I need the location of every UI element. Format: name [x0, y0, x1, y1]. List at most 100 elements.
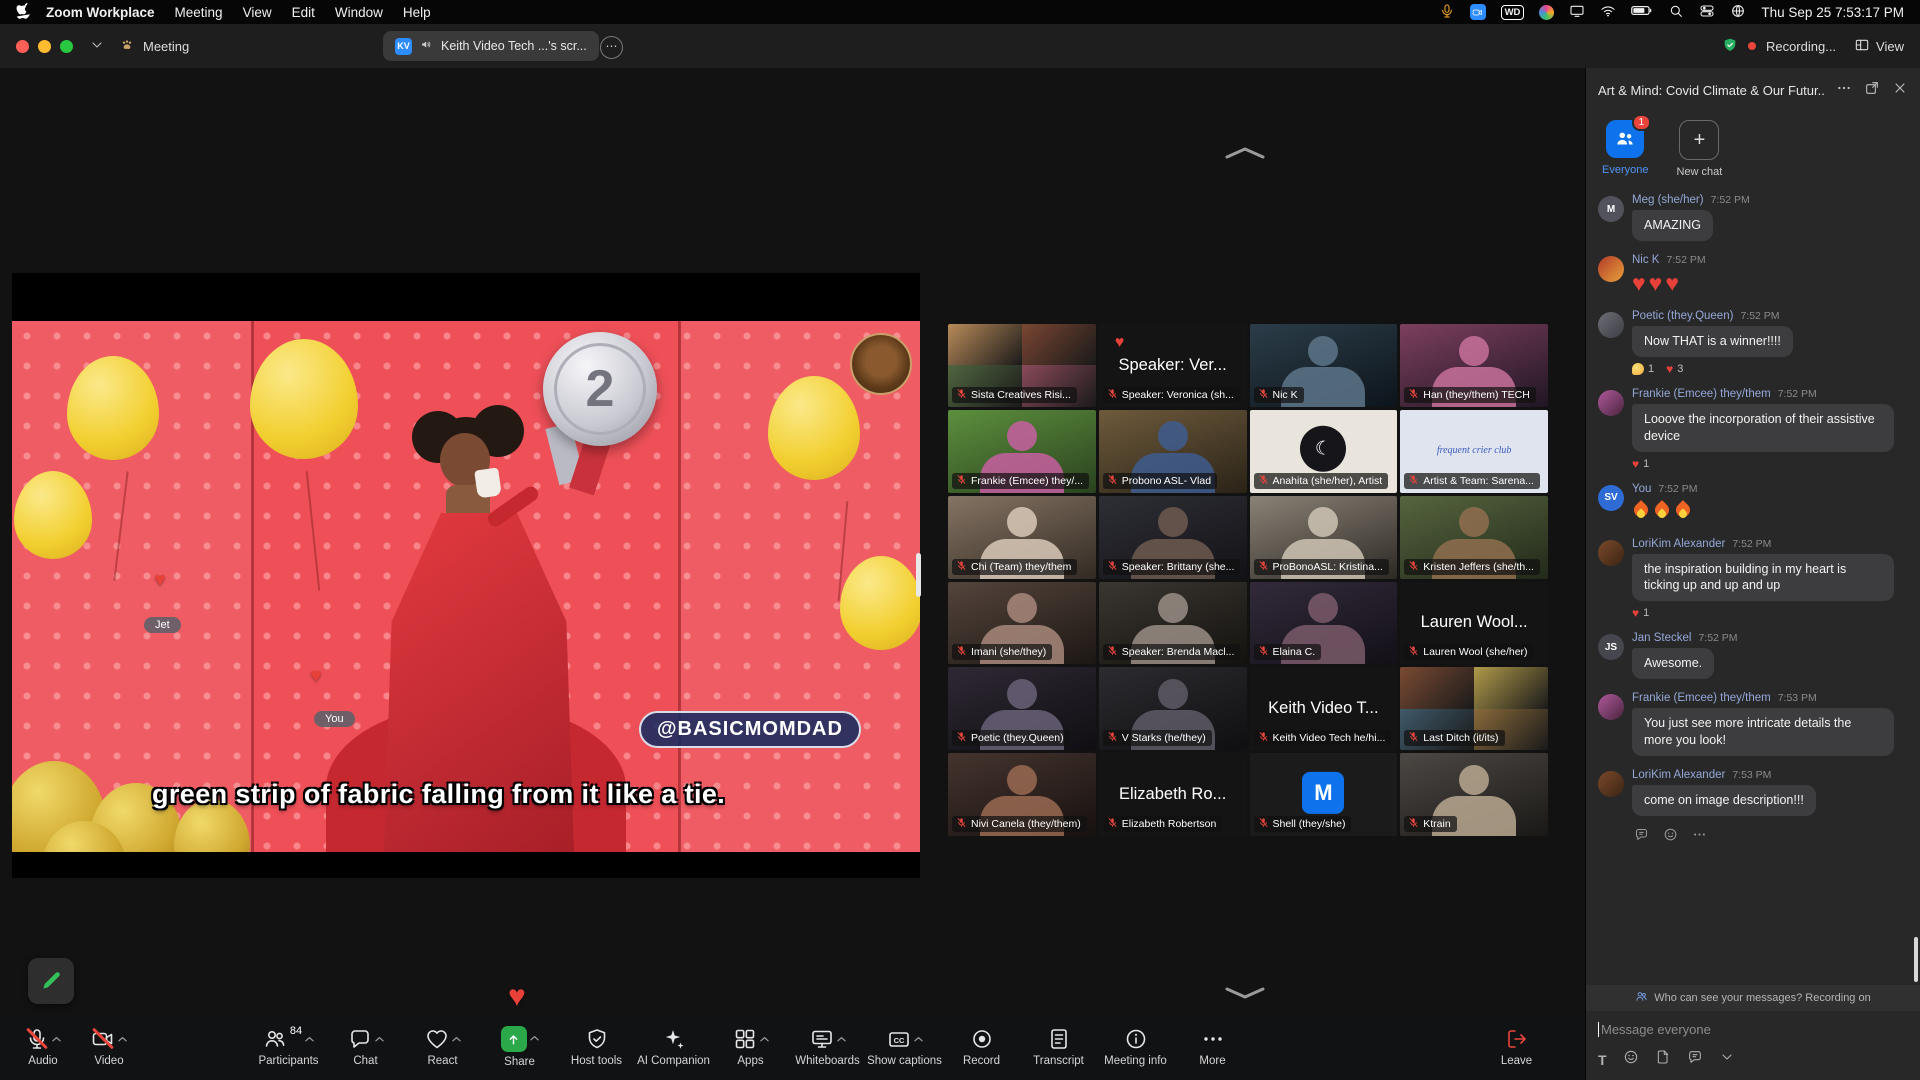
- menu-meeting[interactable]: Meeting: [165, 5, 233, 20]
- fullscreen-window-button[interactable]: [60, 40, 73, 53]
- message-sender[interactable]: Poetic (they.Queen): [1632, 310, 1733, 322]
- privacy-notice[interactable]: Who can see your messages? Recording on: [1586, 985, 1920, 1011]
- participant-tile[interactable]: V Starks (he/they): [1099, 667, 1247, 750]
- menu-bar-clock[interactable]: Thu Sep 25 7:53:17 PM: [1761, 5, 1904, 20]
- menu-view[interactable]: View: [233, 5, 282, 20]
- participant-tile[interactable]: Speaker: Brittany (she...: [1099, 496, 1247, 579]
- menu-edit[interactable]: Edit: [282, 5, 325, 20]
- participant-tile[interactable]: ♥Speaker: Ver...Speaker: Veronica (sh...: [1099, 324, 1247, 407]
- leave-button[interactable]: Leave: [1478, 1014, 1555, 1080]
- reply-icon[interactable]: [1634, 827, 1649, 847]
- reaction-pill[interactable]: ♥1: [1632, 458, 1649, 470]
- expand-gallery-button[interactable]: [1222, 986, 1268, 1005]
- participant-tile[interactable]: MShell (they/she): [1250, 753, 1398, 836]
- message-bubble[interactable]: the inspiration building in my heart is …: [1632, 554, 1894, 602]
- audio-button[interactable]: Audio: [10, 1014, 76, 1080]
- whiteboards-button[interactable]: Whiteboards: [789, 1014, 866, 1080]
- chat-more-button[interactable]: [1836, 80, 1852, 101]
- video-button[interactable]: Video: [76, 1014, 142, 1080]
- participant-tile[interactable]: ☾Anahita (she/her), Artist: [1250, 410, 1398, 493]
- panel-resize-handle[interactable]: [916, 553, 921, 597]
- record-button[interactable]: Record: [943, 1014, 1020, 1080]
- participant-tile[interactable]: Ktrain: [1400, 753, 1548, 836]
- message-sender[interactable]: Nic K: [1632, 254, 1659, 266]
- chevron-up-icon[interactable]: [760, 1029, 769, 1047]
- message-sender[interactable]: Frankie (Emcee) they/them: [1632, 692, 1771, 704]
- participant-tile[interactable]: Lauren Wool...Lauren Wool (she/her): [1400, 582, 1548, 665]
- chevron-up-icon[interactable]: [118, 1029, 127, 1047]
- menu-help[interactable]: Help: [393, 5, 441, 20]
- participant-tile[interactable]: Frankie (Emcee) they/...: [948, 410, 1096, 493]
- security-shield-icon[interactable]: [1722, 37, 1738, 56]
- reaction-pill[interactable]: 1: [1632, 363, 1654, 375]
- close-window-button[interactable]: [16, 40, 29, 53]
- chat-message-list[interactable]: MMeg (she/her)7:52 PMAMAZINGNic K7:52 PM…: [1586, 188, 1920, 985]
- apps-button[interactable]: Apps: [712, 1014, 789, 1080]
- annotation-pencil-button[interactable]: [28, 958, 74, 1004]
- participant-tile[interactable]: ProBonoASL: Kristina...: [1250, 496, 1398, 579]
- chevron-down-icon[interactable]: [1719, 1049, 1735, 1070]
- media-status-icon[interactable]: [1539, 5, 1554, 20]
- control-center-status-icon[interactable]: [1699, 3, 1715, 22]
- chevron-down-icon[interactable]: [89, 37, 105, 56]
- add-reaction-icon[interactable]: [1663, 827, 1678, 847]
- menu-zoom-workplace[interactable]: Zoom Workplace: [36, 5, 165, 20]
- message-bubble[interactable]: Awesome.: [1632, 648, 1714, 679]
- sidebar-scrollbar[interactable]: [1914, 937, 1918, 982]
- participant-tile[interactable]: Chi (Team) they/them: [948, 496, 1096, 579]
- chevron-up-icon[interactable]: [305, 1029, 314, 1047]
- participant-tile[interactable]: Keith Video T...Keith Video Tech he/hi..…: [1250, 667, 1398, 750]
- participant-tile[interactable]: frequent crier clubArtist & Team: Sarena…: [1400, 410, 1548, 493]
- display-status-icon[interactable]: [1569, 3, 1585, 22]
- chevron-up-icon[interactable]: [914, 1029, 923, 1047]
- message-sender[interactable]: Meg (she/her): [1632, 194, 1704, 206]
- close-chat-button[interactable]: [1892, 80, 1908, 101]
- ai-companion-button[interactable]: AI Companion: [635, 1014, 712, 1080]
- participant-tile[interactable]: Nivi Canela (they/them): [948, 753, 1096, 836]
- popout-chat-button[interactable]: [1864, 80, 1880, 101]
- chevron-up-icon[interactable]: [52, 1029, 61, 1047]
- tab-everyone[interactable]: 1 Everyone: [1602, 120, 1648, 178]
- participant-tile[interactable]: Poetic (they.Queen): [948, 667, 1096, 750]
- chevron-up-icon[interactable]: [530, 1028, 539, 1046]
- chevron-up-icon[interactable]: [375, 1029, 384, 1047]
- participant-tile[interactable]: Speaker: Brenda Macl...: [1099, 582, 1247, 665]
- message-bubble[interactable]: AMAZING: [1632, 210, 1713, 241]
- participant-tile[interactable]: Last Ditch (it/its): [1400, 667, 1548, 750]
- participant-tile[interactable]: Probono ASL- Vlad: [1099, 410, 1247, 493]
- chevron-up-icon[interactable]: [452, 1029, 461, 1047]
- format-text-button[interactable]: T: [1598, 1052, 1607, 1068]
- collapse-gallery-button[interactable]: [1222, 146, 1268, 165]
- view-button[interactable]: View: [1854, 37, 1904, 56]
- tab-meeting[interactable]: Meeting: [119, 37, 189, 56]
- transcript-button[interactable]: Transcript: [1020, 1014, 1097, 1080]
- react-button[interactable]: React: [404, 1014, 481, 1080]
- emoji-picker-button[interactable]: [1623, 1049, 1639, 1070]
- message-bubble[interactable]: You just see more intricate details the …: [1632, 708, 1894, 756]
- message-bubble[interactable]: come on image description!!!: [1632, 785, 1816, 816]
- participant-tile[interactable]: Elizabeth Ro...Elizabeth Robertson: [1099, 753, 1247, 836]
- tab-options-button[interactable]: ⋯: [600, 36, 623, 59]
- wifi-status-icon[interactable]: [1600, 3, 1616, 22]
- message-bubble[interactable]: Looove the incorporation of their assist…: [1632, 404, 1894, 452]
- shared-screen[interactable]: 2: [12, 273, 920, 878]
- more-button[interactable]: More: [1174, 1014, 1251, 1080]
- chevron-up-icon[interactable]: [837, 1029, 846, 1047]
- message-sender[interactable]: LoriKim Alexander: [1632, 538, 1725, 550]
- reaction-pill[interactable]: ♥3: [1666, 363, 1683, 375]
- globe-status-icon[interactable]: [1730, 3, 1746, 22]
- message-bubble[interactable]: Now THAT is a winner!!!!: [1632, 326, 1793, 357]
- battery-status-icon[interactable]: [1631, 4, 1653, 20]
- message-sender[interactable]: Jan Steckel: [1632, 632, 1691, 644]
- minimize-window-button[interactable]: [38, 40, 51, 53]
- chat-options-button[interactable]: [1687, 1049, 1703, 1070]
- zoom-status-icon[interactable]: [1470, 4, 1486, 20]
- share-button[interactable]: Share: [481, 1014, 558, 1080]
- mic-status-icon[interactable]: [1439, 3, 1455, 22]
- message-sender[interactable]: LoriKim Alexander: [1632, 769, 1725, 781]
- tab-shared-screen[interactable]: KV Keith Video Tech ...'s scr...: [383, 31, 599, 61]
- menu-window[interactable]: Window: [325, 5, 393, 20]
- participants-button[interactable]: 84Participants: [250, 1014, 327, 1080]
- more-actions-icon[interactable]: [1692, 827, 1707, 847]
- search-status-icon[interactable]: [1668, 3, 1684, 22]
